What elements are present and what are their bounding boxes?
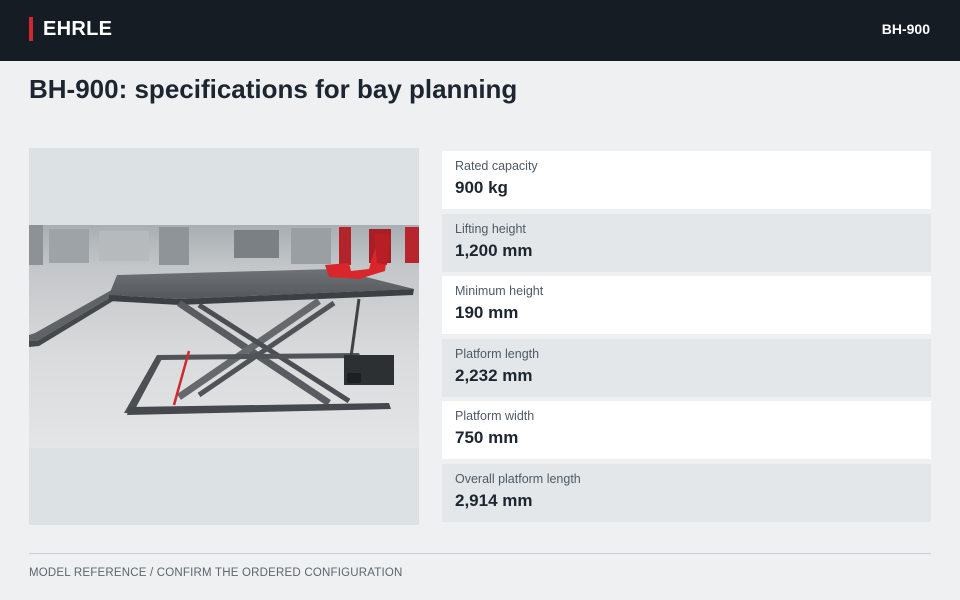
brand-name: EHRLE	[43, 17, 113, 40]
spec-value: 750 mm	[455, 428, 519, 447]
spec-row-platform-width: Platform width 750 mm	[442, 401, 931, 459]
page-title: BH-900: specifications for bay planning	[29, 74, 518, 104]
spec-row-platform-length: Platform length 2,232 mm	[442, 338, 931, 397]
spec-row-lifting-height: Lifting height 1,200 mm	[442, 213, 931, 272]
spec-list: Rated capacity 900 kg Lifting height 1,2…	[442, 151, 931, 526]
brand: EHRLE	[29, 17, 112, 41]
spec-label: Rated capacity	[455, 159, 538, 173]
spec-value: 2,914 mm	[455, 490, 533, 510]
spec-row-overall-platform-length: Overall platform length 2,914 mm	[442, 463, 931, 522]
spec-value: 190 mm	[455, 303, 519, 322]
top-bar: EHRLE BH-900	[0, 0, 960, 61]
spec-value: 1,200 mm	[455, 240, 533, 260]
spec-label: Platform length	[455, 346, 540, 361]
spec-label: Overall platform length	[455, 471, 581, 486]
brand-accent-bar	[29, 17, 33, 41]
scissor-lift-photo	[29, 225, 419, 448]
model-tag: BH-900	[881, 21, 930, 37]
spec-row-rated-capacity: Rated capacity 900 kg	[442, 151, 931, 209]
spec-label: Platform width	[455, 409, 535, 423]
spec-row-minimum-height: Minimum height 190 mm	[442, 276, 931, 334]
spec-label: Minimum height	[455, 284, 544, 298]
footer-note: MODEL REFERENCE / CONFIRM THE ORDERED CO…	[29, 567, 403, 579]
spec-label: Lifting height	[455, 221, 526, 236]
footer-divider	[29, 553, 931, 554]
product-image-panel	[29, 148, 419, 525]
spec-value: 900 kg	[455, 178, 508, 197]
spec-value: 2,232 mm	[455, 365, 533, 385]
